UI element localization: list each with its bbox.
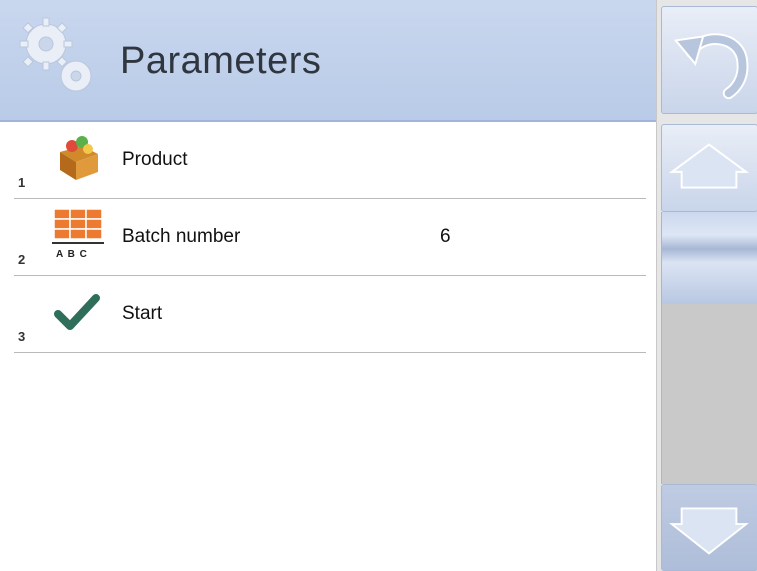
batch-icon-caption: A B C [56,249,88,260]
item-number: 3 [18,329,26,344]
back-button[interactable] [661,6,757,114]
item-number: 2 [18,252,26,267]
item-number: 1 [18,175,26,190]
header-bar: Parameters [0,0,656,122]
product-box-icon [60,136,98,180]
list-item-batch-number[interactable]: 2 A B C Batch number 6 [14,199,646,276]
page-title: Parameters [120,40,322,82]
item-label: Batch number [122,226,241,247]
list-item-start[interactable]: 3 Start [14,276,646,353]
parameter-list: 1 Product 2 A B C Batch number 6 3 Start [0,122,656,353]
item-label: Product [122,149,188,170]
sidebar [656,0,757,571]
undo-arrow-icon [673,33,749,100]
checkmark-icon [54,294,100,330]
scroll-down-button[interactable] [661,484,757,571]
list-item-product[interactable]: 1 Product [14,122,646,199]
gears-icon [19,17,92,92]
item-value: 6 [440,226,451,247]
scrollbar-track[interactable] [661,212,757,484]
scrollbar-thumb[interactable] [662,212,757,304]
arrow-down-icon [669,507,749,555]
item-label: Start [122,303,163,324]
scroll-up-button[interactable] [661,124,757,212]
arrow-up-icon [668,143,750,189]
